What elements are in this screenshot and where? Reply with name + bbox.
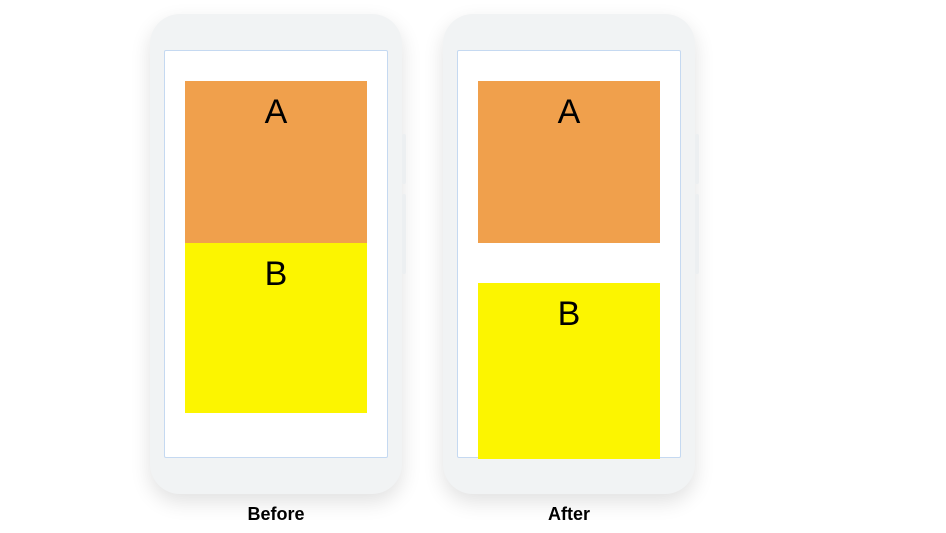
phone-mockup-after: A B	[443, 14, 695, 494]
phone-mockup-before: A B	[150, 14, 402, 494]
phone-screen-before: A B	[164, 50, 388, 458]
comparison-diagram: A B Before A B After	[0, 0, 946, 533]
caption-before: Before	[150, 504, 402, 525]
block-b-before: B	[185, 243, 367, 413]
block-a-before: A	[185, 81, 367, 243]
caption-after: After	[443, 504, 695, 525]
block-a-after: A	[478, 81, 660, 243]
block-b-after: B	[478, 283, 660, 459]
phone-screen-after: A B	[457, 50, 681, 458]
